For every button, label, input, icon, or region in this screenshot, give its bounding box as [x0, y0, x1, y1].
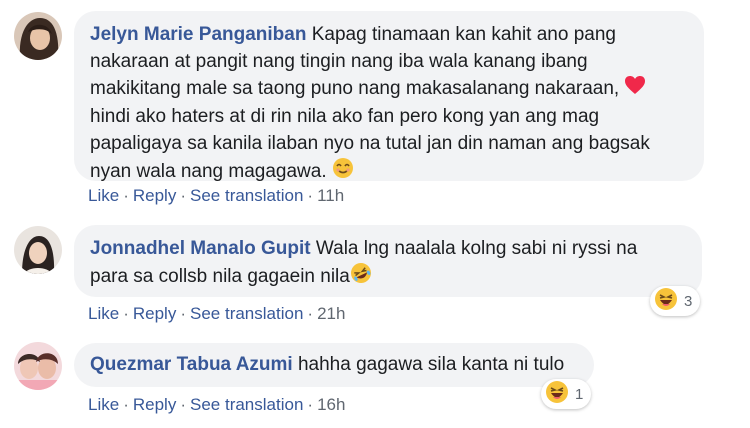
avatar[interactable]: [14, 226, 62, 274]
see-translation-link[interactable]: See translation: [190, 395, 303, 414]
reply-link[interactable]: Reply: [133, 395, 176, 414]
comment-text: Kapag tinamaan kan kahit ano pang nakaraa…: [90, 24, 650, 182]
reaction-summary[interactable]: 1: [541, 379, 592, 409]
reaction-count: 3: [684, 292, 693, 310]
comment-timestamp[interactable]: 11h: [317, 186, 344, 205]
like-link[interactable]: Like: [88, 395, 119, 414]
see-translation-link[interactable]: See translation: [190, 304, 303, 323]
reply-link[interactable]: Reply: [133, 304, 176, 323]
haha-reaction-icon: [545, 380, 569, 408]
comment-bubble: Jonnadhel Manalo Gupit Wala lng naalala …: [74, 225, 702, 297]
comment-actions: Like · Reply · See translation · 11h: [88, 186, 345, 205]
see-translation-link[interactable]: See translation: [190, 186, 303, 205]
avatar[interactable]: [14, 342, 62, 390]
comment-actions: Like · Reply · See translation · 16h: [88, 395, 346, 414]
like-link[interactable]: Like: [88, 304, 119, 323]
comment-bubble: Quezmar Tabua Azumi hahha gagawa sila ka…: [74, 343, 594, 387]
smile-emoji: [332, 157, 354, 187]
comment-bubble: Jelyn Marie Panganiban Kapag tinamaan ka…: [74, 11, 704, 182]
like-link[interactable]: Like: [88, 186, 119, 205]
reply-link[interactable]: Reply: [133, 186, 176, 205]
haha-reaction-icon: [654, 287, 678, 315]
comment-timestamp[interactable]: 16h: [317, 395, 345, 414]
comment-timestamp[interactable]: 21h: [317, 304, 345, 323]
comment-actions: Like · Reply · See translation · 21h: [88, 304, 346, 323]
comment-author[interactable]: Jelyn Marie Panganiban: [90, 24, 306, 45]
avatar[interactable]: [14, 12, 62, 60]
comment-author[interactable]: Jonnadhel Manalo Gupit: [90, 238, 311, 259]
heart-emoji: [624, 75, 646, 103]
comment-text: hahha gagawa sila kanta ni tulo: [297, 354, 565, 375]
rofl-emoji: [350, 262, 372, 292]
reaction-count: 1: [575, 385, 584, 403]
reaction-summary[interactable]: 3: [650, 286, 701, 316]
comment-author[interactable]: Quezmar Tabua Azumi: [90, 354, 293, 375]
